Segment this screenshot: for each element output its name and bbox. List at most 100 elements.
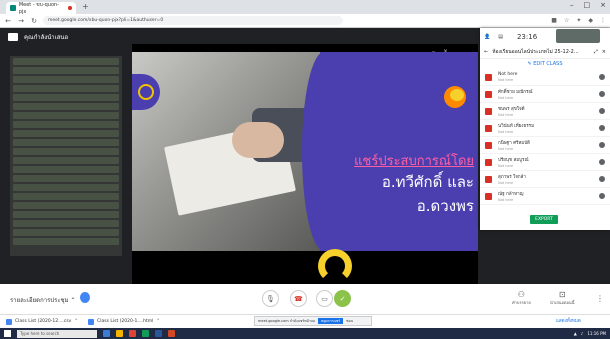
present-button[interactable]: ✓ [334,290,351,307]
list-item[interactable]: ชนพร สุขใจดี Not here [480,103,610,120]
absent-flag-icon [485,175,492,183]
meeting-details-button[interactable]: รายละเอียดการประชุม ⌃ [10,295,76,305]
list-item [13,148,119,155]
decorative-circle [318,249,352,283]
status-dot-icon[interactable] [599,159,605,165]
absent-flag-icon [485,90,492,98]
status-dot-icon[interactable] [599,176,605,182]
file-explorer-icon[interactable] [116,330,123,337]
shield-icon[interactable] [80,292,90,303]
export-button[interactable]: EXPORT [530,215,558,224]
windows-start-icon[interactable] [4,330,11,337]
student-name: กนิษฐา ศรีสมบัติ [498,141,530,146]
captions-button[interactable]: ⚇ คำบรรยาย [512,290,531,306]
class-title[interactable]: ห้องเรียนออนไลน์ประเภทไม่ 25-12-2... [492,48,590,56]
taskbar-clock[interactable]: 11:16 PM [587,331,606,336]
powerpoint-icon[interactable] [168,330,175,337]
list-item [13,202,119,209]
list-item [13,94,119,101]
menu-dots-icon[interactable]: ⋮ [600,17,606,24]
list-item [13,220,119,227]
list-item [13,139,119,146]
participant-grid-blurred [10,56,122,256]
present-screen-icon [8,33,18,41]
recording-dot-icon [68,6,72,10]
download-filename: Class List (2020-1....html [97,319,154,324]
list-item[interactable]: สุภาพร ใจกล้า Not here [480,171,610,188]
status-dot-icon[interactable] [599,142,605,148]
forward-arrow-icon[interactable]: → [17,17,25,25]
expand-icon[interactable]: ⤢ [594,49,598,55]
list-item[interactable]: ณัฐ กล้าหาญ Not here [480,188,610,205]
close-panel-icon[interactable]: × [602,49,606,55]
star-icon[interactable]: ☆ [564,17,569,24]
list-item [13,193,119,200]
chat-icon[interactable]: ▤ [498,34,503,40]
list-item [13,175,119,182]
meet-control-bar: รายละเอียดการประชุม ⌃ 🎙 ☎ ▭ ✓ ⚇ คำบรรยาย… [0,284,610,314]
list-item[interactable]: ปรียนุช สมบูรณ์ Not here [480,154,610,171]
reload-icon[interactable]: ↻ [30,17,38,25]
network-icon[interactable]: ▲ [574,331,577,336]
more-options-icon[interactable]: ⋮ [596,294,604,303]
minimize-button[interactable]: – [570,1,574,9]
mic-button[interactable]: 🎙 [262,290,279,307]
student-status: Not here [498,164,514,168]
student-list: Not here Not here ศักดิ์ชาย มณีกรณ์ Not he… [480,69,610,205]
student-status: Not here [498,147,514,151]
download-item[interactable]: Class List (2020-12....csv ⌃ [6,318,78,325]
stop-sharing-button[interactable]: หยุดการแชร์ [318,318,344,324]
camera-ext-icon[interactable]: ■ [551,17,557,24]
list-item [13,166,119,173]
maximize-button[interactable]: □ [584,1,591,9]
list-item[interactable]: Not here Not here [480,69,610,86]
back-arrow-icon[interactable]: ← [484,49,488,55]
check-icon: ✓ [339,294,346,303]
present-now-button[interactable]: ⊡ นำเสนอตอนนี้ [550,290,574,306]
taskbar: Type here to search ▲ ♪ 11:16 PM [0,328,610,339]
url-input[interactable]: meet.google.com/xbu-quon-pjx?pli=1&authu… [43,16,343,25]
list-item [13,130,119,137]
status-dot-icon[interactable] [599,74,605,80]
list-item [13,76,119,83]
status-dot-icon[interactable] [599,91,605,97]
new-tab-button[interactable]: + [82,2,89,12]
browser-tab[interactable]: Meet - ขบ-quon-pjx [6,2,76,15]
show-all-downloads-link[interactable]: แสดงทั้งหมด [556,317,581,324]
excel-icon[interactable] [142,330,149,337]
captions-icon: ⚇ [517,290,525,299]
presenting-label: คุณกำลังนำเสนอ [24,34,69,41]
taskbar-search-input[interactable]: Type here to search [17,329,97,338]
status-dot-icon[interactable] [599,108,605,114]
list-item [13,67,119,74]
edit-class-button[interactable]: ✎ EDIT CLASS [480,59,610,69]
mic-icon: 🎙 [266,294,275,303]
chrome-icon[interactable] [129,330,136,337]
logo-inner-icon [450,89,464,101]
presentation-slide: – × แชร์ประสบการณ์โดย อ.ทวีศักดิ์ และ อ.… [132,44,478,286]
puzzle-icon[interactable]: ◆ [588,17,593,24]
people-icon[interactable]: 👤 [484,34,490,40]
back-arrow-icon[interactable]: ← [4,17,12,25]
list-item[interactable]: ศักดิ์ชาย มณีกรณ์ Not here [480,86,610,103]
word-icon[interactable] [155,330,162,337]
absent-flag-icon [485,141,492,149]
download-item[interactable]: Class List (2020-1....html ⌃ [88,318,160,325]
list-item [13,103,119,110]
student-name: ณัฐ กล้าหาญ [498,192,524,197]
list-item[interactable]: กนิษฐา ศรีสมบัติ Not here [480,137,610,154]
chrome-file-icon [88,318,95,325]
screen-share-notice: meet.google.com กำลังแชร์หน้าจอ หยุดการแ… [254,316,372,326]
hang-up-button[interactable]: ☎ [290,290,307,307]
student-status: Not here [498,198,514,202]
extension-icon[interactable]: ✦ [576,17,581,24]
close-window-button[interactable]: × [600,1,606,9]
camera-button[interactable]: ▭ [316,290,333,307]
hand-shape [232,122,284,158]
status-dot-icon[interactable] [599,193,605,199]
list-item[interactable]: นวินันท์ เที่ยงธรรม Not here [480,120,610,137]
hide-notice-button[interactable]: ซ่อน [346,318,353,324]
status-dot-icon[interactable] [599,125,605,131]
task-view-icon[interactable] [103,330,110,337]
volume-icon[interactable]: ♪ [581,331,584,336]
